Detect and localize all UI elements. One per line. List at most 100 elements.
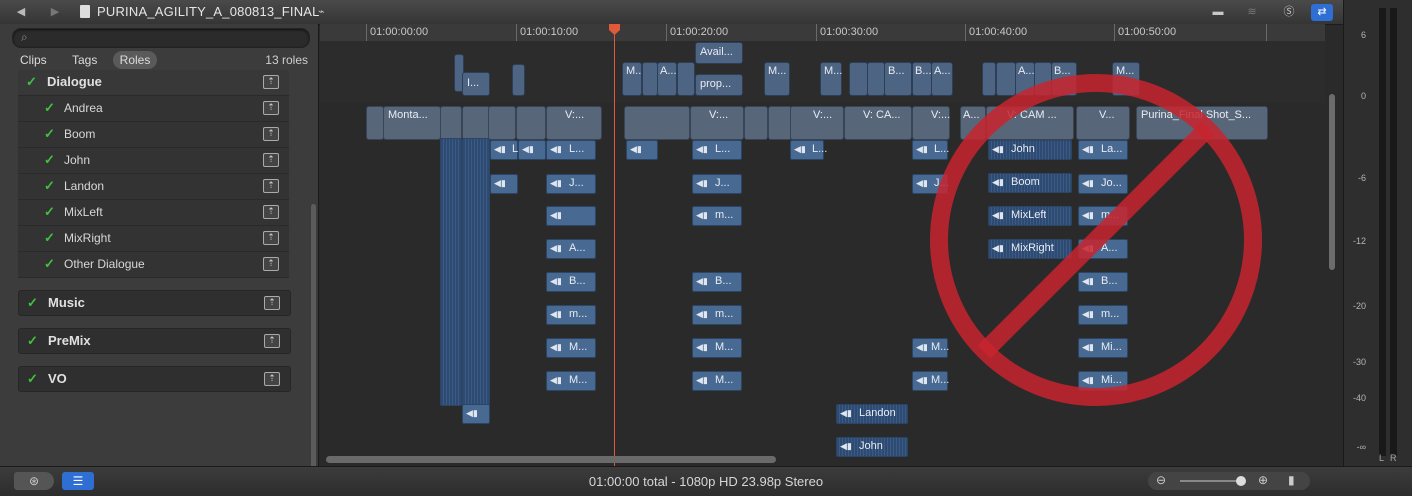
video-clip[interactable] <box>516 106 546 140</box>
checkbox-checked-icon[interactable]: ✓ <box>44 179 55 192</box>
video-clip-monta[interactable]: Monta... <box>383 106 441 140</box>
subrole-john[interactable]: ✓ John ⇡ <box>18 148 289 174</box>
audio-clip[interactable]: ◀▮ <box>626 140 658 160</box>
audio-component-stack[interactable] <box>440 138 462 406</box>
tab-clips[interactable]: Clips <box>20 51 47 69</box>
subrole-landon[interactable]: ✓ Landon ⇡ <box>18 174 289 200</box>
video-clip[interactable] <box>768 106 792 140</box>
audio-clip[interactable]: ◀▮L... <box>490 140 527 160</box>
audio-clip[interactable]: ◀▮ B... <box>692 272 742 292</box>
checkbox-checked-icon[interactable]: ✓ <box>44 153 55 166</box>
zoom-in-icon[interactable]: ⊕ <box>1258 473 1268 487</box>
timeline-horizontal-scrollbar[interactable] <box>326 456 776 463</box>
audio-clip[interactable]: ◀▮ <box>490 174 518 194</box>
checkbox-checked-icon[interactable]: ✓ <box>27 372 38 385</box>
audio-skimming-icon[interactable]: ≋ <box>1240 4 1264 21</box>
snapping-icon[interactable]: Ⓢ <box>1278 4 1300 21</box>
connected-clip[interactable]: A... <box>657 62 677 96</box>
video-clip[interactable]: V:... <box>546 106 602 140</box>
audio-clip[interactable]: ◀▮ <box>546 206 596 226</box>
audio-component-stack[interactable] <box>462 138 490 406</box>
video-clip[interactable] <box>462 106 490 140</box>
connected-clip-prop[interactable]: prop... <box>695 74 743 96</box>
timeline-index-icon[interactable]: ⇄ <box>1311 4 1333 21</box>
video-clip[interactable] <box>440 106 462 140</box>
checkbox-checked-icon[interactable]: ✓ <box>26 75 37 88</box>
audio-clip[interactable]: ◀▮ <box>518 140 546 160</box>
checkbox-checked-icon[interactable]: ✓ <box>44 257 55 270</box>
tab-roles[interactable]: Roles <box>113 51 157 69</box>
checkbox-checked-icon[interactable]: ✓ <box>27 296 38 309</box>
connected-clip-avail[interactable]: Avail... <box>695 42 743 64</box>
audio-clip[interactable]: ◀▮ J... <box>546 174 596 194</box>
subrole-mixleft[interactable]: ✓ MixLeft ⇡ <box>18 200 289 226</box>
checkbox-checked-icon[interactable]: ✓ <box>44 101 55 114</box>
back-button[interactable]: ◀ <box>10 4 32 20</box>
zoom-slider-knob[interactable] <box>1236 476 1246 486</box>
audio-clip[interactable]: ◀▮L... <box>692 140 742 160</box>
timecode-ruler[interactable]: 01:00:00:00 01:00:10:00 01:00:20:00 01:0… <box>320 24 1325 42</box>
audio-clip[interactable]: ◀▮ A... <box>546 239 596 259</box>
connected-clip[interactable] <box>849 62 868 96</box>
zoom-slider-track[interactable] <box>1180 480 1240 482</box>
role-dialogue[interactable]: ✓ Dialogue ⇡ <box>18 70 289 96</box>
audio-clip[interactable]: ◀▮ m... <box>692 305 742 325</box>
audio-clip-landon[interactable]: ◀▮ Landon <box>836 404 908 424</box>
video-clip-v-ca[interactable]: V: CA... <box>844 106 912 140</box>
clip-appearance-icon[interactable]: ▬ <box>1206 4 1230 21</box>
subrole-other-dialogue[interactable]: ✓ Other Dialogue ⇡ <box>18 252 289 278</box>
checkbox-checked-icon[interactable]: ✓ <box>44 231 55 244</box>
role-vo[interactable]: ✓ VO ⇡ <box>18 366 291 392</box>
focus-role-button[interactable]: ⇡ <box>263 205 279 219</box>
focus-role-button[interactable]: ⇡ <box>264 296 280 310</box>
connected-clip[interactable] <box>867 62 885 96</box>
checkbox-checked-icon[interactable]: ✓ <box>44 127 55 140</box>
focus-role-button[interactable]: ⇡ <box>263 231 279 245</box>
video-clip[interactable] <box>366 106 384 140</box>
connected-clip[interactable]: M... <box>764 62 790 96</box>
connected-clip[interactable]: M... <box>820 62 842 96</box>
checkbox-checked-icon[interactable]: ✓ <box>44 205 55 218</box>
connected-clip[interactable]: M... <box>622 62 644 96</box>
audio-clip[interactable]: ◀▮ M... <box>546 338 596 358</box>
role-premix[interactable]: ✓ PreMix ⇡ <box>18 328 291 354</box>
forward-button[interactable]: ▶ <box>44 4 66 20</box>
focus-role-button[interactable]: ⇡ <box>263 101 279 115</box>
audio-clip[interactable]: ◀▮L... <box>790 140 827 160</box>
search-field[interactable]: ⌕ <box>12 28 310 48</box>
video-clip[interactable]: V:... <box>790 106 844 140</box>
subrole-mixright[interactable]: ✓ MixRight ⇡ <box>18 226 289 252</box>
focus-role-button[interactable]: ⇡ <box>263 75 279 89</box>
focus-role-button[interactable]: ⇡ <box>263 257 279 271</box>
connected-clip[interactable]: B... <box>884 62 912 96</box>
video-clip[interactable] <box>488 106 516 140</box>
audio-clip[interactable]: ◀▮ M... <box>692 371 742 391</box>
audio-clip[interactable]: ◀▮ m... <box>692 206 742 226</box>
tab-tags[interactable]: Tags <box>72 51 97 69</box>
audio-clip[interactable]: ◀▮ M... <box>692 338 742 358</box>
video-clip[interactable] <box>624 106 690 140</box>
subrole-boom[interactable]: ✓ Boom ⇡ <box>18 122 289 148</box>
skimming-icon[interactable]: ⌁ <box>318 5 325 18</box>
timeline-vertical-scrollbar[interactable] <box>1329 94 1335 270</box>
audio-clip-john[interactable]: ◀▮ John <box>836 437 908 457</box>
audio-clip[interactable]: ◀▮ M... <box>546 371 596 391</box>
audio-clip[interactable]: ◀▮L... <box>546 140 596 160</box>
video-clip[interactable]: V:... <box>690 106 744 140</box>
clip-appearance-switch-icon[interactable]: ▮ <box>1288 473 1295 487</box>
zoom-out-icon[interactable]: ⊖ <box>1156 473 1166 487</box>
connected-clip[interactable] <box>512 64 525 96</box>
video-clip[interactable] <box>744 106 768 140</box>
focus-role-button[interactable]: ⇡ <box>264 334 280 348</box>
focus-role-button[interactable]: ⇡ <box>263 153 279 167</box>
audio-clip[interactable]: ◀▮ m... <box>546 305 596 325</box>
playhead[interactable] <box>614 24 615 466</box>
focus-role-button[interactable]: ⇡ <box>263 179 279 193</box>
checkbox-checked-icon[interactable]: ✓ <box>27 334 38 347</box>
subrole-andrea[interactable]: ✓ Andrea ⇡ <box>18 96 289 122</box>
connected-clip[interactable] <box>677 62 695 96</box>
focus-role-button[interactable]: ⇡ <box>264 372 280 386</box>
role-music[interactable]: ✓ Music ⇡ <box>18 290 291 316</box>
connected-clip[interactable] <box>642 62 658 96</box>
sidebar-scrollbar[interactable] <box>311 204 316 489</box>
